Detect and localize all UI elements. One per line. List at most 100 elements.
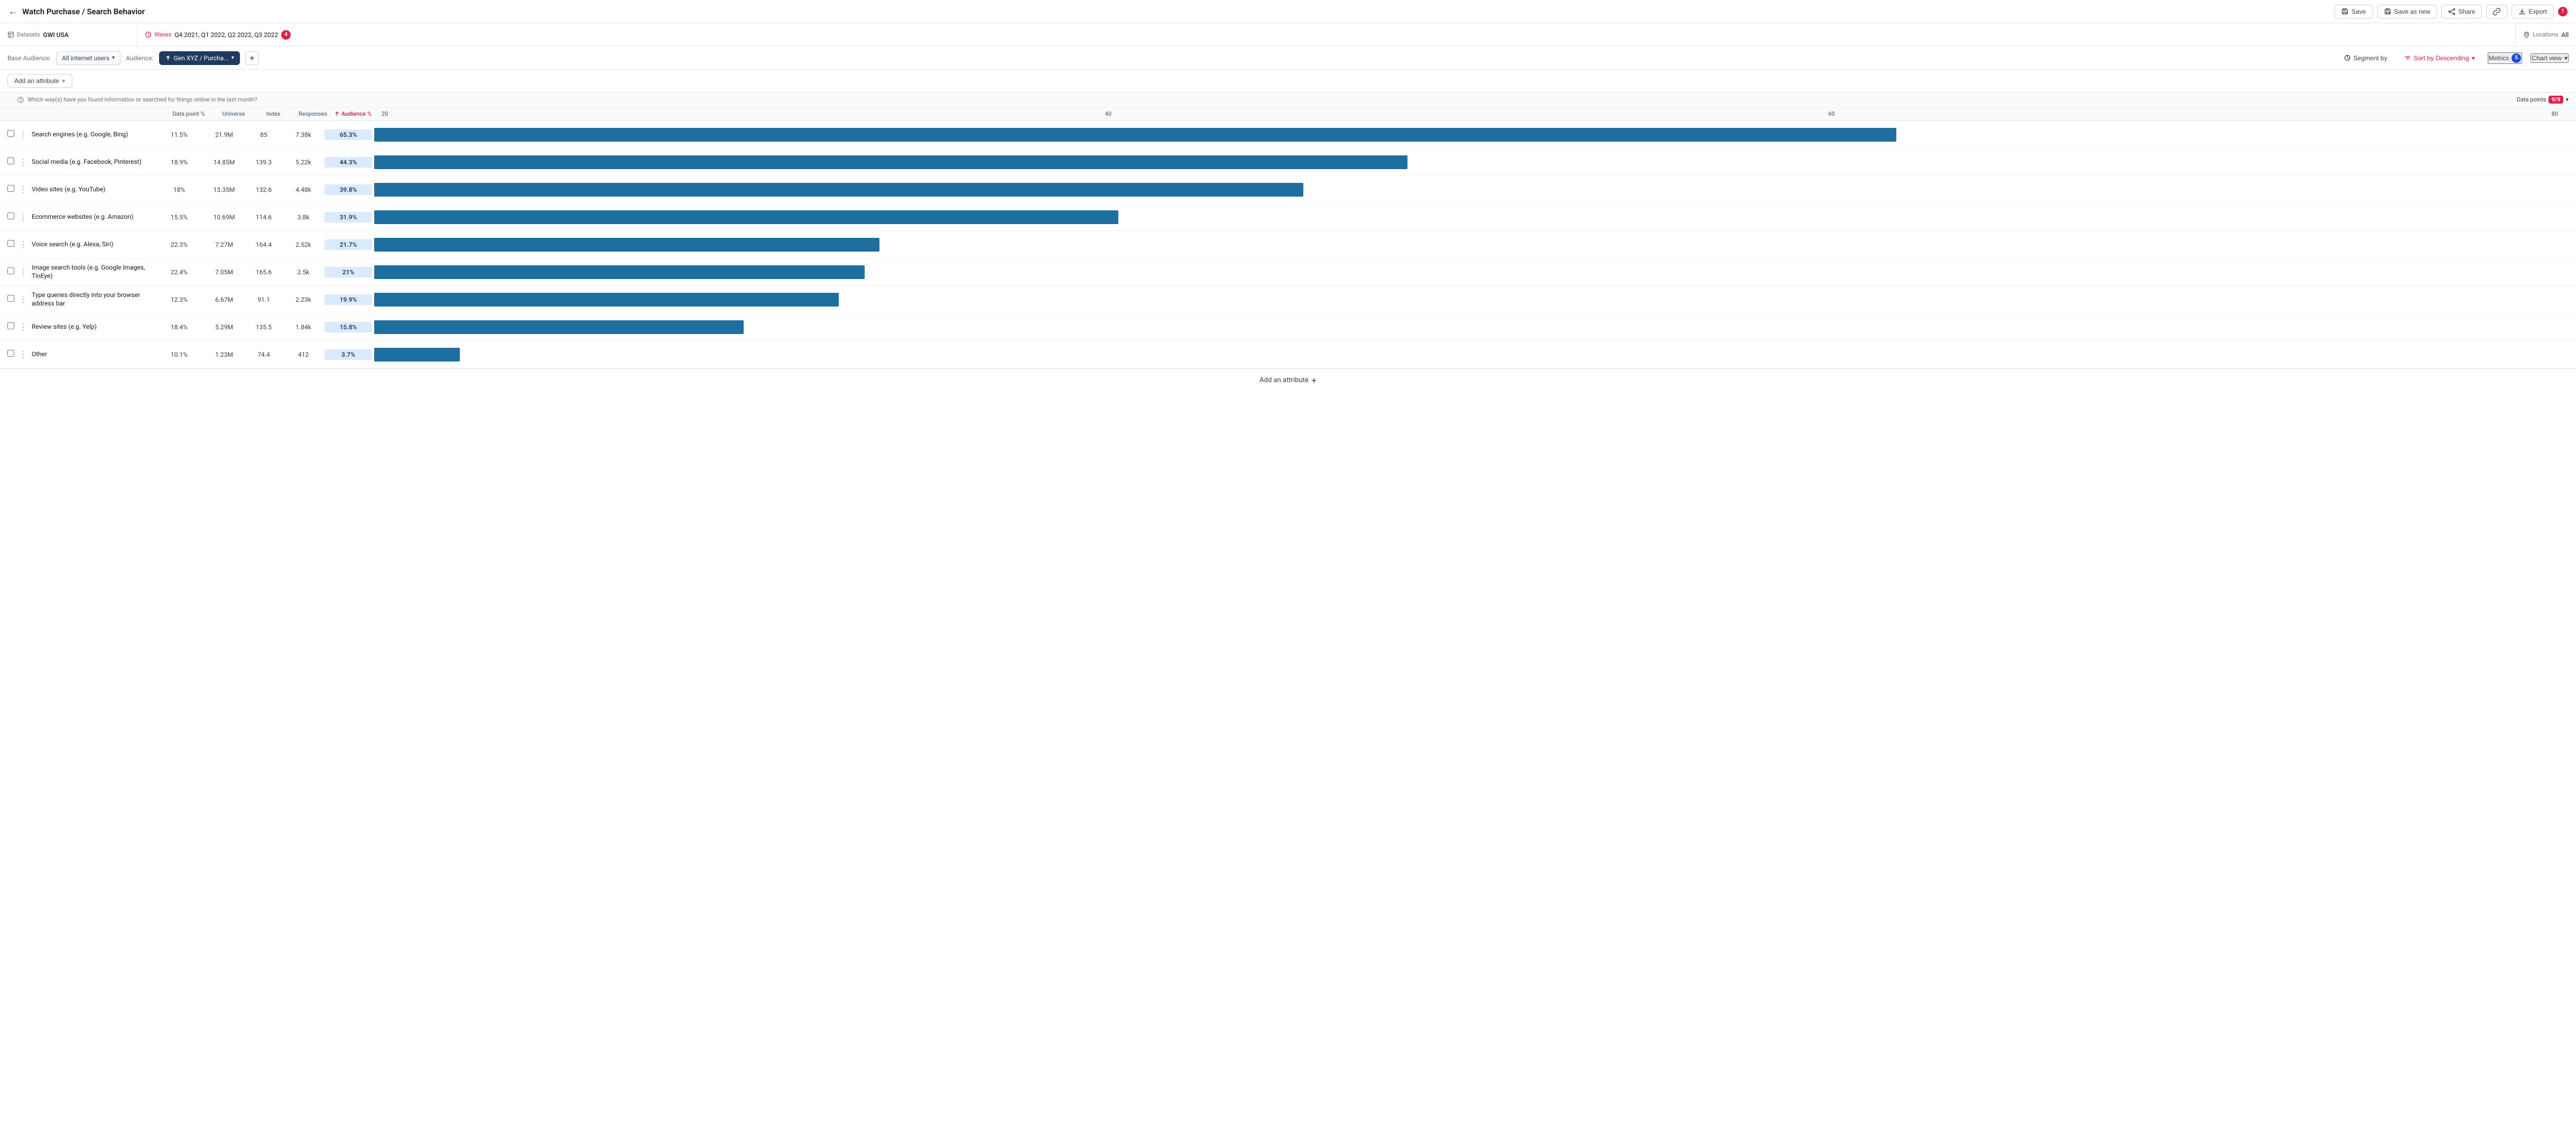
- table-area: Which way(s) have you found information …: [0, 92, 2576, 368]
- row-checkbox[interactable]: [7, 158, 14, 164]
- row-menu-button[interactable]: ⋮: [17, 321, 30, 333]
- row-checkbox[interactable]: [7, 185, 14, 192]
- row-checkbox[interactable]: [7, 130, 14, 137]
- base-audience-chip[interactable]: All internet users ▾: [56, 51, 121, 65]
- back-button[interactable]: ←: [8, 6, 18, 17]
- row-menu-button[interactable]: ⋮: [17, 211, 30, 223]
- audience-controls: Segment by Sort by Descending ▾ Metrics …: [2340, 52, 2569, 64]
- row-checkbox-cell: [7, 158, 17, 166]
- datasets-icon: [7, 31, 14, 38]
- locations-icon: [2523, 31, 2530, 38]
- row-responses: 2.23k: [282, 296, 325, 303]
- table-row: ⋮ Search engines (e.g. Google, Bing) 11.…: [0, 121, 2576, 149]
- row-checkbox-cell: [7, 130, 17, 139]
- link-button[interactable]: [2486, 5, 2507, 18]
- header-title-group: ← Watch Purchase / Search Behavior: [8, 6, 145, 17]
- add-attr-icon: +: [62, 77, 66, 85]
- row-menu-button[interactable]: ⋮: [17, 293, 30, 305]
- save-as-new-button[interactable]: Save as new: [2377, 5, 2438, 18]
- audience-up-icon: [165, 55, 171, 61]
- row-chart: [372, 128, 2569, 142]
- col-header-chart: 20 40 60 80: [382, 110, 2569, 117]
- row-checkbox[interactable]: [7, 295, 14, 302]
- waves-filter[interactable]: Waves Q4 2021, Q1 2022, Q2 2022, Q3 2022…: [137, 23, 2516, 46]
- row-chart: [372, 348, 2569, 362]
- bar-chart-bar: [374, 183, 1303, 197]
- row-audience-pct: 21.7%: [325, 239, 372, 250]
- row-index: 74.4: [245, 351, 282, 358]
- row-chart: [372, 183, 2569, 197]
- row-menu-button[interactable]: ⋮: [17, 266, 30, 278]
- row-index: 165.6: [245, 268, 282, 276]
- row-universe: 10.69M: [203, 214, 245, 221]
- row-label-cell: ⋮ Review sites (e.g. Yelp): [17, 321, 155, 333]
- share-button[interactable]: Share: [2441, 5, 2482, 18]
- row-checkbox[interactable]: [7, 240, 14, 247]
- row-label-text: Search engines (e.g. Google, Bing): [32, 131, 128, 139]
- row-data-point: 12.3%: [155, 296, 203, 303]
- audience-chip[interactable]: Gen XYZ / Purcha... ▾: [159, 51, 240, 65]
- datasets-icon-group: Datasets: [7, 31, 40, 38]
- data-points-badge[interactable]: Data points 9/9 ▾: [2517, 96, 2569, 104]
- row-label-text: Social media (e.g. Facebook, Pinterest): [32, 158, 142, 166]
- bar-chart-bar: [374, 293, 839, 307]
- metrics-button[interactable]: Metrics 5: [2488, 52, 2523, 64]
- row-chart: [372, 155, 2569, 169]
- filter-bar: Datasets GWI USA Waves Q4 2021, Q1 2022,…: [0, 23, 2576, 47]
- row-checkbox-cell: [7, 322, 17, 331]
- sort-chevron: ▾: [2472, 54, 2475, 62]
- sort-by-button[interactable]: Sort by Descending ▾: [2400, 52, 2479, 64]
- row-menu-button[interactable]: ⋮: [17, 238, 30, 251]
- row-responses: 4.48k: [282, 186, 325, 193]
- row-label-cell: ⋮ Search engines (e.g. Google, Bing): [17, 128, 155, 141]
- row-index: 139.3: [245, 159, 282, 166]
- question-icon: [17, 96, 24, 104]
- base-chip-chevron: ▾: [112, 55, 115, 61]
- row-chart: [372, 238, 2569, 252]
- add-audience-button[interactable]: +: [245, 51, 259, 65]
- row-checkbox[interactable]: [7, 267, 14, 274]
- locations-value: All: [2561, 31, 2569, 39]
- datasets-filter[interactable]: Datasets GWI USA: [0, 23, 137, 46]
- row-responses: 2.5k: [282, 268, 325, 276]
- row-universe: 1.23M: [203, 351, 245, 358]
- row-label-text: Image search tools (e.g. Google Images, …: [32, 264, 151, 280]
- row-checkbox[interactable]: [7, 350, 14, 357]
- locations-filter[interactable]: Locations All: [2516, 23, 2576, 46]
- table-row: ⋮ Social media (e.g. Facebook, Pinterest…: [0, 149, 2576, 176]
- col-header-audience[interactable]: Audience %: [334, 110, 382, 117]
- row-menu-button[interactable]: ⋮: [17, 183, 30, 196]
- save-button[interactable]: Save: [2334, 5, 2373, 18]
- row-responses: 2.52k: [282, 241, 325, 248]
- export-button[interactable]: Export: [2512, 5, 2554, 18]
- link-icon: [2493, 8, 2500, 15]
- row-checkbox[interactable]: [7, 212, 14, 219]
- row-menu-button[interactable]: ⋮: [17, 348, 30, 360]
- share-icon: [2448, 8, 2455, 15]
- data-points-chevron: ▾: [2565, 96, 2569, 103]
- chart-view-button[interactable]: Chart view ▾: [2531, 53, 2569, 63]
- row-checkbox-cell: [7, 295, 17, 304]
- bar-chart-bar: [374, 348, 460, 362]
- row-checkbox[interactable]: [7, 322, 14, 329]
- segment-by-button[interactable]: Segment by: [2340, 52, 2392, 64]
- row-data-point: 11.5%: [155, 131, 203, 138]
- row-audience-pct: 31.9%: [325, 212, 372, 223]
- bar-chart-bar: [374, 265, 865, 279]
- row-audience-pct: 15.8%: [325, 322, 372, 332]
- footer-add-icon: +: [1312, 375, 1317, 385]
- row-checkbox-cell: [7, 212, 17, 221]
- row-universe: 13.35M: [203, 186, 245, 193]
- add-attribute-footer[interactable]: Add an attribute +: [0, 368, 2576, 392]
- row-label-cell: ⋮ Social media (e.g. Facebook, Pinterest…: [17, 156, 155, 168]
- row-menu-button[interactable]: ⋮: [17, 128, 30, 141]
- row-audience-pct: 21%: [325, 267, 372, 277]
- row-label-cell: ⋮ Type queries directly into your browse…: [17, 291, 155, 308]
- data-rows-container: ⋮ Search engines (e.g. Google, Bing) 11.…: [0, 121, 2576, 368]
- row-menu-button[interactable]: ⋮: [17, 156, 30, 168]
- sort-audience-icon: [334, 111, 340, 117]
- audience-label: Audience:: [126, 54, 154, 62]
- add-attribute-button-top[interactable]: Add an attribute +: [7, 74, 72, 88]
- audience-chip-label: Gen XYZ / Purcha...: [174, 54, 229, 62]
- row-label-text: Ecommerce websites (e.g. Amazon): [32, 213, 133, 221]
